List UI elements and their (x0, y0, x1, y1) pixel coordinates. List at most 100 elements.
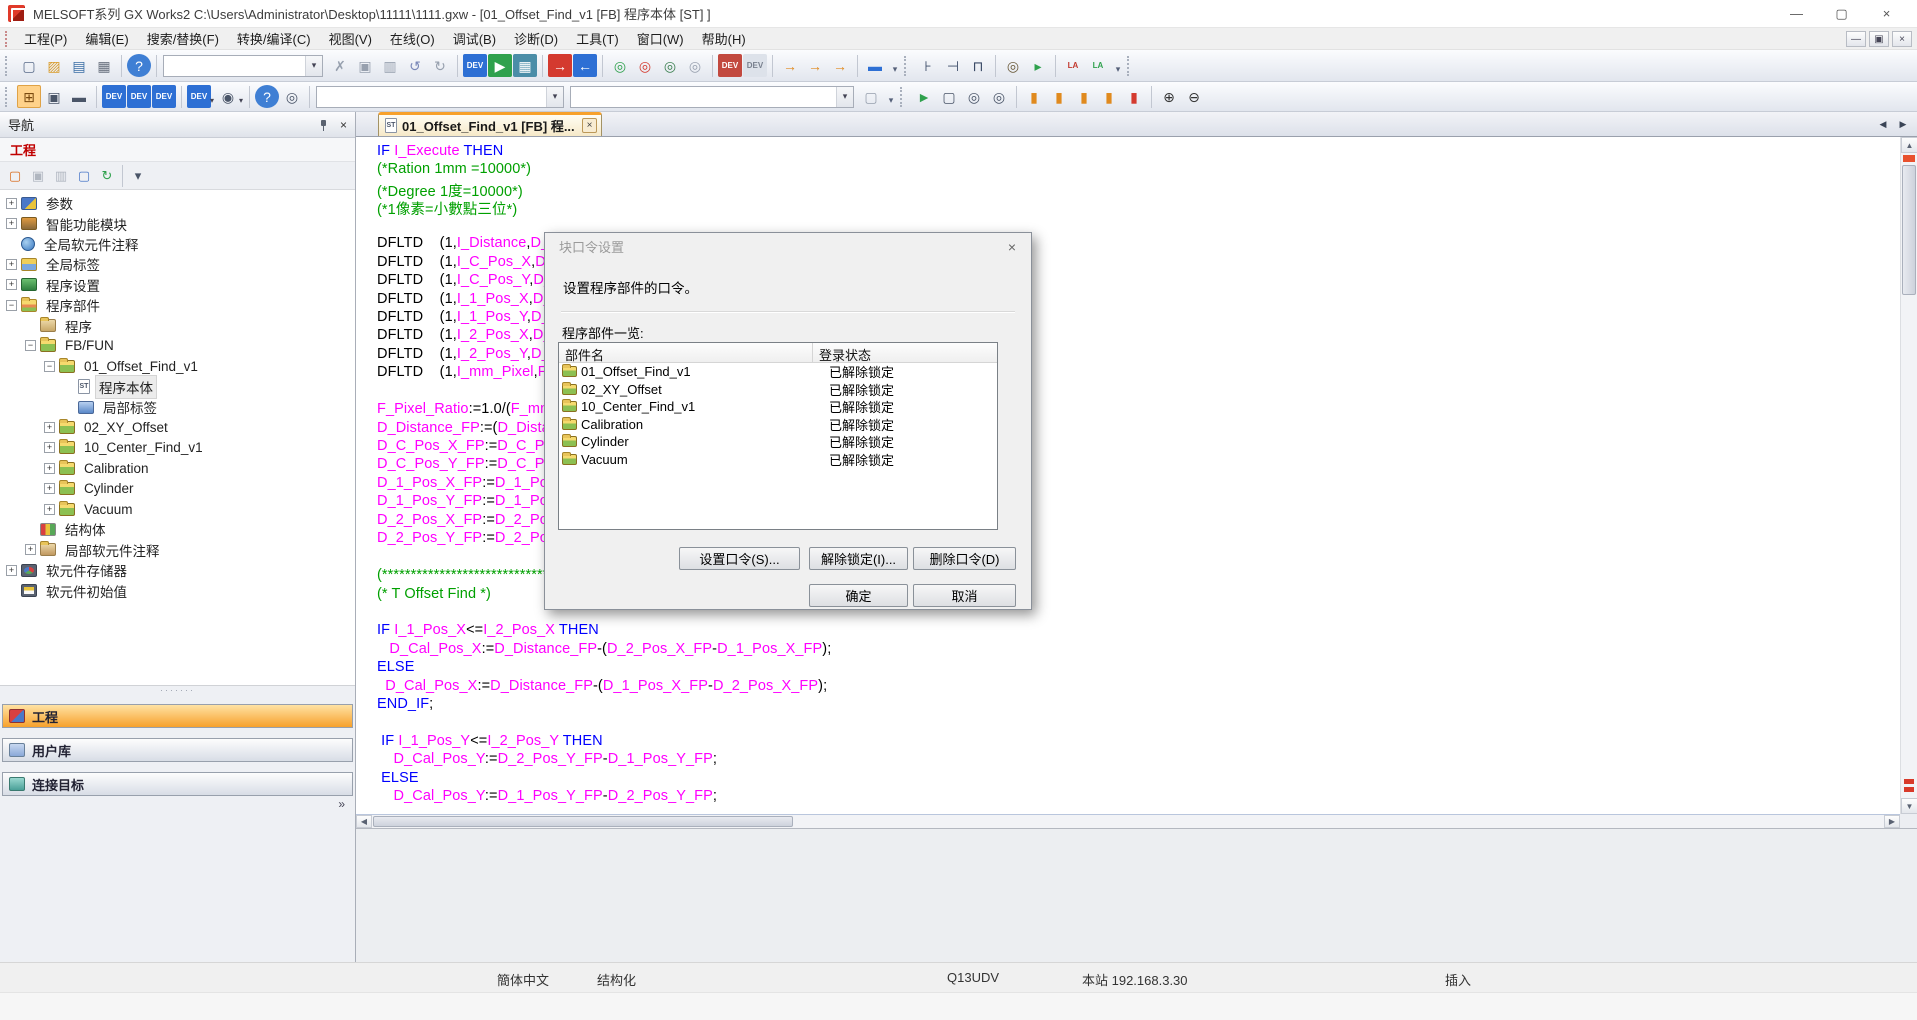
paste-button[interactable]: ▥ (378, 54, 402, 77)
restore-button[interactable]: ▢ (1819, 1, 1864, 27)
tree-item[interactable]: 结构体 (0, 519, 355, 539)
tree-expander[interactable]: + (6, 279, 17, 290)
menu-item-3[interactable]: 转换/编译(C) (228, 26, 320, 51)
tree-item[interactable]: 局部标签 (0, 397, 355, 417)
device-find-button[interactable]: ◎ (1001, 54, 1025, 77)
scroll-up-icon[interactable]: ▲ (1901, 137, 1917, 153)
paste-data-button[interactable]: ▥ (50, 165, 72, 187)
mdi-close-button[interactable]: × (1892, 31, 1912, 47)
toolbar-overflow-icon[interactable]: ▾ (889, 55, 901, 77)
project-view-button[interactable]: ⊞ (17, 85, 41, 108)
cross-reference-find-button[interactable]: ◎ (280, 85, 304, 108)
tree-item[interactable]: 程序本体 (0, 377, 355, 397)
horizontal-scrollbar[interactable]: ◀ ▶ (356, 814, 1900, 828)
dropdown-arrow-icon[interactable]: ▾ (210, 96, 214, 105)
module-configuration-button[interactable]: ▣ (42, 85, 66, 108)
step-execution-button[interactable]: → (778, 54, 802, 77)
copy-data-button[interactable]: ▣ (27, 165, 49, 187)
tree-item[interactable]: 全局软元件注释 (0, 234, 355, 254)
tree-item[interactable]: +局部软元件注释 (0, 540, 355, 560)
new-project-button[interactable]: ▢ (17, 54, 41, 77)
tree-expander[interactable]: + (44, 504, 55, 515)
program-row[interactable]: 01_Offset_Find_v1已解除锁定 (559, 363, 997, 381)
tree-expander[interactable]: + (6, 198, 17, 209)
menu-item-2[interactable]: 搜索/替换(F) (138, 26, 228, 51)
pin-icon[interactable] (318, 119, 330, 131)
monitor-read-mode-button[interactable]: ◎ (683, 54, 707, 77)
ladder-symbol-open-button[interactable]: ⊦ (916, 54, 940, 77)
tree-item[interactable]: +软元件存储器 (0, 560, 355, 580)
skip-execution-button[interactable]: → (803, 54, 827, 77)
tab-close-icon[interactable]: × (582, 118, 597, 133)
cut-button[interactable]: ✗ (328, 54, 352, 77)
tree-expander[interactable]: + (44, 442, 55, 453)
find-in-document-button[interactable]: ◎ (962, 85, 986, 108)
help-2-button[interactable]: ? (255, 85, 279, 108)
tree-item[interactable]: +程序设置 (0, 275, 355, 295)
menu-item-4[interactable]: 视图(V) (320, 26, 381, 51)
toolbar-combo[interactable]: ▾ (316, 86, 564, 108)
device-batch-monitor-button[interactable]: ▦ (513, 54, 537, 77)
monitor-write-mode-button[interactable]: ◎ (658, 54, 682, 77)
program-list[interactable]: 部件名 登录状态 01_Offset_Find_v1已解除锁定02_XY_Off… (558, 342, 998, 530)
program-check-2-button[interactable]: LA (1086, 54, 1110, 77)
help-button[interactable]: ? (127, 54, 151, 77)
device-note-button[interactable]: DEV (152, 85, 176, 108)
view-button-userlib[interactable]: 用户库 (2, 738, 353, 762)
program-row[interactable]: 02_XY_Offset已解除锁定 (559, 381, 997, 399)
statement-insert-button[interactable]: ▢ (937, 85, 961, 108)
redo-button[interactable]: ↻ (428, 54, 452, 77)
display-format-button[interactable]: ◉ (216, 85, 240, 108)
work-window-button[interactable]: ▬ (67, 85, 91, 108)
tree-item[interactable]: +02_XY_Offset (0, 417, 355, 437)
splitter-handle[interactable]: ······· (0, 686, 355, 694)
tab-next-icon[interactable]: ▶ (1895, 116, 1911, 132)
program-row[interactable]: 10_Center_Find_v1已解除锁定 (559, 398, 997, 416)
device-comment-display-button[interactable]: DEV (463, 54, 487, 77)
close-button[interactable]: × (1864, 1, 1909, 27)
view-button-connect[interactable]: 连接目标 (2, 772, 353, 796)
ladder-symbol-close-button[interactable]: ⊣ (941, 54, 965, 77)
new-data-button[interactable]: ▢ (4, 165, 26, 187)
toolbar-combo[interactable]: ▾ (570, 86, 854, 108)
menu-item-9[interactable]: 窗口(W) (628, 26, 693, 51)
device-comment-edit-button[interactable]: DEV (102, 85, 126, 108)
tree-expander[interactable]: + (6, 218, 17, 229)
navigation-close-icon[interactable]: × (340, 118, 347, 132)
scroll-down-icon[interactable]: ▼ (1901, 798, 1917, 814)
tree-item[interactable]: −程序部件 (0, 295, 355, 315)
tree-expander[interactable]: + (44, 463, 55, 474)
mdi-minimize-button[interactable]: — (1846, 31, 1866, 47)
open-project-button[interactable]: ▨ (42, 54, 66, 77)
tree-expander[interactable]: + (6, 565, 17, 576)
menu-item-5[interactable]: 在线(O) (381, 26, 444, 51)
tree-expander[interactable]: − (6, 300, 17, 311)
cancel-button[interactable]: 取消 (913, 584, 1016, 607)
dialog-close-icon[interactable]: × (1003, 238, 1021, 256)
mdi-restore-button[interactable]: ▣ (1869, 31, 1889, 47)
find-next-button[interactable]: ◎ (987, 85, 1011, 108)
device-jump-button[interactable]: ▸ (1026, 54, 1050, 77)
tree-expander[interactable]: + (25, 544, 36, 555)
device-display-mode-button[interactable]: DEV (187, 85, 211, 108)
vertical-scroll-thumb[interactable] (1902, 165, 1916, 295)
device-statement-button[interactable]: DEV (127, 85, 151, 108)
tree-item[interactable]: 软元件初始值 (0, 580, 355, 600)
zoom-out-button[interactable]: ⊖ (1182, 85, 1206, 108)
unlock-button[interactable]: 解除锁定(I)... (809, 547, 908, 570)
program-row[interactable]: Calibration已解除锁定 (559, 416, 997, 434)
tree-item[interactable]: +10_Center_Find_v1 (0, 438, 355, 458)
device-test-start-button[interactable]: DEV (718, 54, 742, 77)
st-online-tool-4-button[interactable]: ▮ (1097, 85, 1121, 108)
column-header-name[interactable]: 部件名 (559, 343, 813, 362)
remote-operation-button[interactable]: ▬ (863, 54, 887, 77)
ladder-symbol-coil-button[interactable]: ⊓ (966, 54, 990, 77)
combo-dropdown-icon[interactable]: ▾ (546, 87, 563, 107)
toolbar-overflow-icon[interactable]: ▾ (885, 86, 897, 108)
st-online-tool-2-button[interactable]: ▮ (1047, 85, 1071, 108)
program-check-1-button[interactable]: LA (1061, 54, 1085, 77)
ok-button[interactable]: 确定 (809, 584, 908, 607)
delete-password-button[interactable]: 删除口令(D) (913, 547, 1016, 570)
read-from-plc-button[interactable]: ← (573, 54, 597, 77)
write-to-plc-button[interactable]: → (548, 54, 572, 77)
